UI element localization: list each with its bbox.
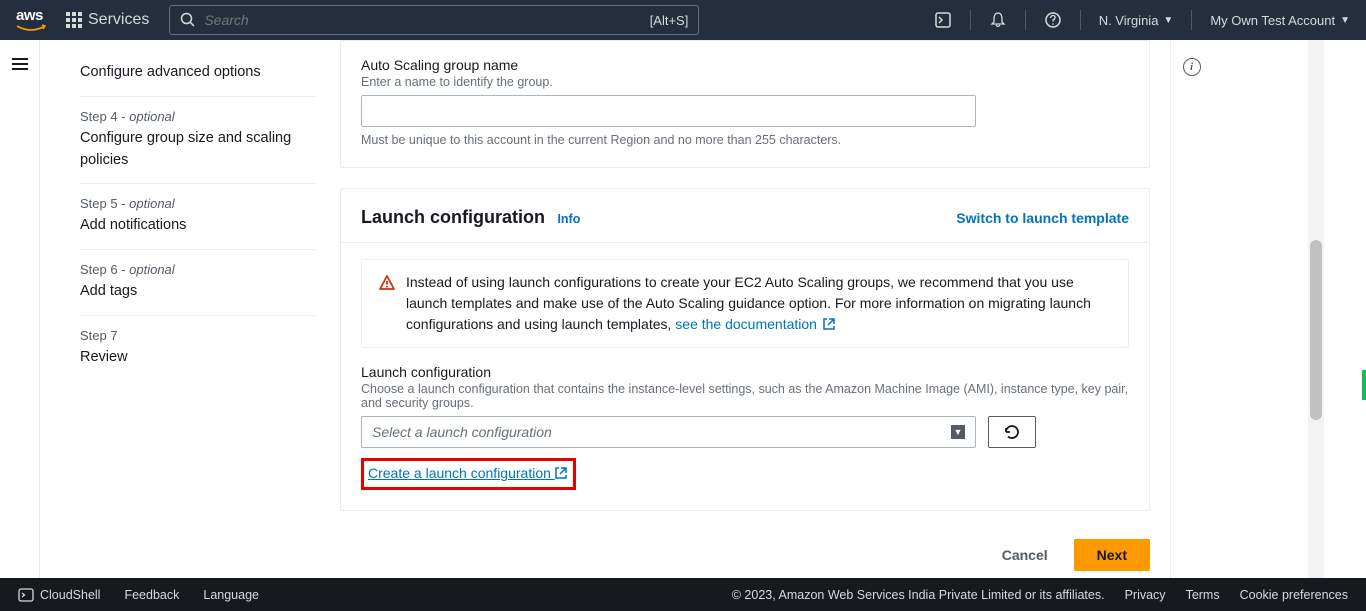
chevron-down-icon: ▼ bbox=[1163, 15, 1173, 26]
terms-link[interactable]: Terms bbox=[1186, 588, 1220, 602]
asg-name-desc: Enter a name to identify the group. bbox=[361, 75, 1129, 89]
lc-title: Launch configuration bbox=[361, 207, 545, 227]
switch-to-template-link[interactable]: Switch to launch template bbox=[956, 210, 1129, 226]
search-icon bbox=[180, 12, 196, 28]
create-lc-link[interactable]: Create a launch configuration bbox=[368, 465, 567, 481]
hamburger-icon[interactable] bbox=[12, 58, 28, 70]
form-area: Auto Scaling group name Enter a name to … bbox=[340, 40, 1170, 578]
chevron-down-icon: ▼ bbox=[951, 425, 965, 439]
next-button[interactable]: Next bbox=[1074, 539, 1150, 571]
refresh-button[interactable] bbox=[988, 416, 1036, 448]
cancel-button[interactable]: Cancel bbox=[986, 539, 1064, 571]
asg-name-input[interactable] bbox=[361, 95, 976, 127]
top-nav: aws Services [Alt+S] N. Virginia ▼ My Ow… bbox=[0, 0, 1366, 40]
language-link[interactable]: Language bbox=[203, 588, 259, 602]
create-lc-highlight: Create a launch configuration bbox=[361, 458, 576, 490]
cloudshell-icon bbox=[18, 587, 34, 603]
lc-field-label: Launch configuration bbox=[361, 364, 1129, 380]
services-label: Services bbox=[88, 11, 149, 29]
search-box[interactable]: [Alt+S] bbox=[169, 5, 699, 35]
apps-grid-icon bbox=[66, 12, 82, 28]
aws-smile-icon bbox=[16, 24, 46, 34]
info-icon[interactable]: i bbox=[1183, 58, 1201, 76]
cloudshell-link[interactable]: CloudShell bbox=[18, 587, 100, 603]
step-item[interactable]: Step 5 - optional Add notifications bbox=[80, 184, 315, 250]
search-input[interactable] bbox=[204, 12, 649, 28]
footer: CloudShell Feedback Language © 2023, Ama… bbox=[0, 578, 1366, 611]
external-link-icon bbox=[555, 467, 567, 479]
lc-select-placeholder: Select a launch configuration bbox=[372, 424, 552, 440]
wizard-steps: Configure advanced options Step 4 - opti… bbox=[40, 40, 340, 578]
search-shortcut: [Alt+S] bbox=[650, 13, 689, 28]
services-button[interactable]: Services bbox=[58, 7, 157, 33]
step-item[interactable]: Step 6 - optional Add tags bbox=[80, 250, 315, 316]
privacy-link[interactable]: Privacy bbox=[1125, 588, 1166, 602]
asg-name-label: Auto Scaling group name bbox=[361, 57, 1129, 73]
step-item[interactable]: Step 4 - optional Configure group size a… bbox=[80, 97, 315, 185]
help-panel-rail: i bbox=[1170, 40, 1212, 578]
copyright-text: © 2023, Amazon Web Services India Privat… bbox=[732, 588, 1105, 602]
warning-box: Instead of using launch configurations t… bbox=[361, 259, 1129, 348]
feedback-link[interactable]: Feedback bbox=[124, 588, 179, 602]
accent-tab bbox=[1362, 370, 1366, 400]
asg-name-hint: Must be unique to this account in the cu… bbox=[361, 133, 1129, 147]
step-item[interactable]: Configure advanced options bbox=[80, 50, 315, 97]
region-label: N. Virginia bbox=[1099, 13, 1159, 28]
sidebar-toggle-panel bbox=[0, 40, 40, 578]
action-row: Cancel Next bbox=[340, 531, 1150, 578]
chevron-down-icon: ▼ bbox=[1340, 15, 1350, 26]
help-icon[interactable] bbox=[1044, 11, 1062, 29]
lc-field-desc: Choose a launch configuration that conta… bbox=[361, 382, 1129, 410]
doc-link[interactable]: see the documentation bbox=[675, 316, 835, 332]
bell-icon[interactable] bbox=[989, 11, 1007, 29]
lc-select[interactable]: Select a launch configuration ▼ bbox=[361, 416, 976, 448]
region-selector[interactable]: N. Virginia ▼ bbox=[1099, 13, 1174, 28]
cookies-link[interactable]: Cookie preferences bbox=[1240, 588, 1348, 602]
account-selector[interactable]: My Own Test Account ▼ bbox=[1210, 13, 1350, 28]
cloudshell-icon[interactable] bbox=[934, 11, 952, 29]
aws-logo[interactable]: aws bbox=[16, 7, 46, 34]
launch-config-panel: Launch configuration Info Switch to laun… bbox=[340, 188, 1150, 511]
asg-name-panel: Auto Scaling group name Enter a name to … bbox=[340, 40, 1150, 168]
info-link[interactable]: Info bbox=[557, 212, 580, 226]
warning-icon bbox=[378, 274, 396, 292]
scrollbar-thumb[interactable] bbox=[1310, 240, 1322, 420]
refresh-icon bbox=[1003, 423, 1021, 441]
external-link-icon bbox=[823, 318, 835, 330]
step-item[interactable]: Step 7 Review bbox=[80, 316, 315, 381]
scrollbar-track[interactable] bbox=[1308, 40, 1324, 578]
account-label: My Own Test Account bbox=[1210, 13, 1335, 28]
